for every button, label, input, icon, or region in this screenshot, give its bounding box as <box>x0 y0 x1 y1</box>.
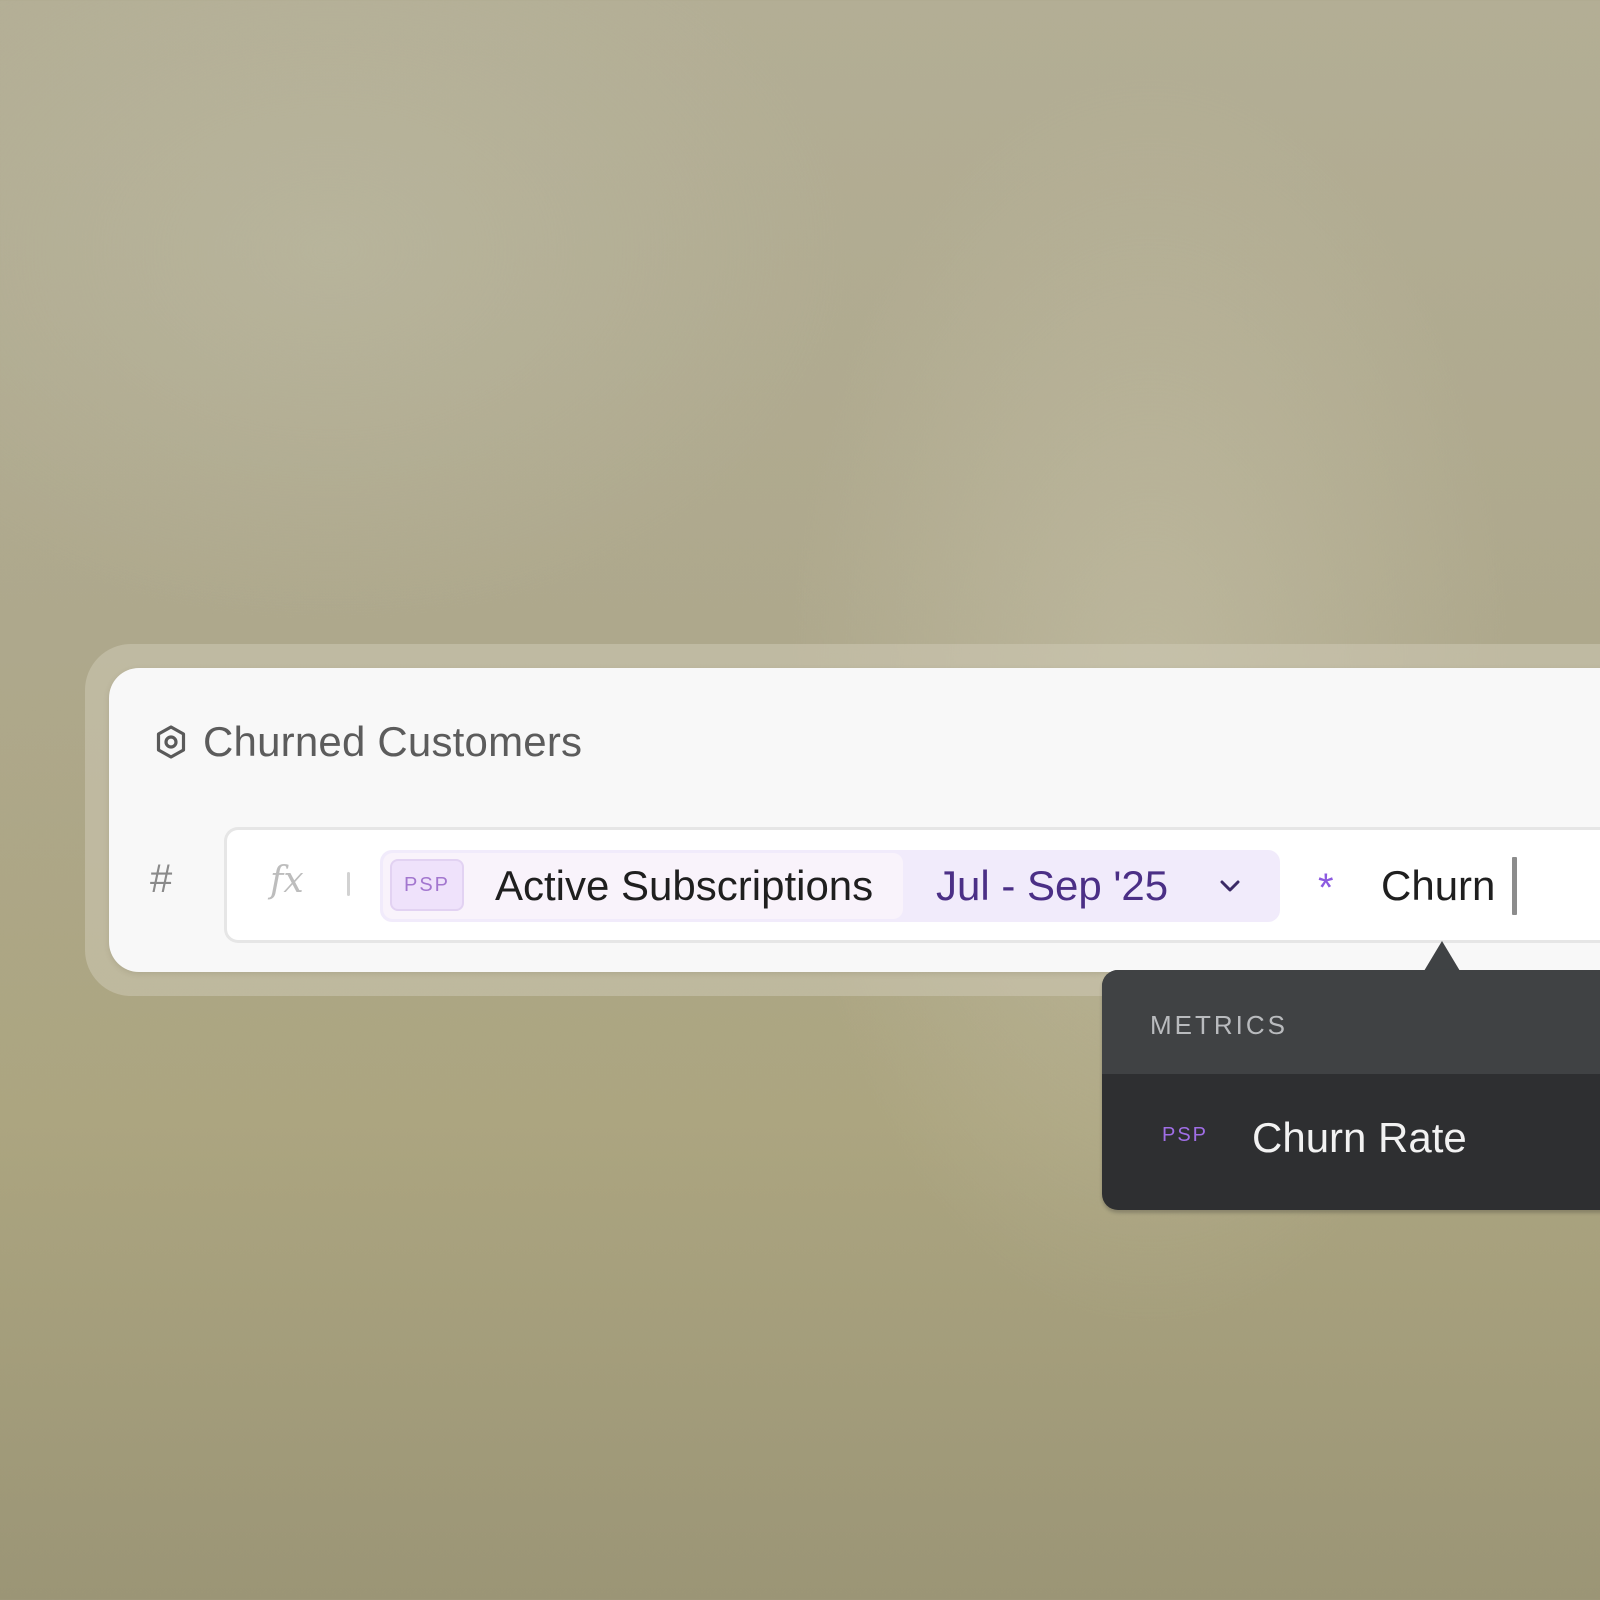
text-cursor <box>1512 857 1517 915</box>
metric-token-label: Active Subscriptions <box>495 862 874 909</box>
multiply-operator: * <box>1318 866 1334 910</box>
formula-typed-text[interactable]: Churn <box>1381 862 1495 910</box>
metric-source-badge: PSP <box>390 859 464 911</box>
section-header-label: METRICS <box>1150 1010 1288 1040</box>
dropdown-option-churn-rate[interactable]: PSP Churn Rate <box>1102 1074 1600 1210</box>
dropdown-pointer <box>1424 941 1460 971</box>
option-label: Churn Rate <box>1252 1114 1467 1161</box>
metric-title[interactable]: Churned Customers <box>203 718 582 766</box>
chevron-down-icon[interactable] <box>1216 872 1244 900</box>
autocomplete-dropdown: METRICS PSP Churn Rate <box>1102 970 1600 1210</box>
date-range-selector[interactable]: Jul - Sep '25 <box>936 862 1168 910</box>
hexagon-icon <box>153 724 189 760</box>
dropdown-section-header: METRICS <box>1102 970 1600 1074</box>
metric-title-row: Churned Customers <box>153 712 582 772</box>
option-source-badge: PSP <box>1162 1124 1209 1146</box>
fx-icon: fx <box>270 860 304 901</box>
number-type-icon: # <box>150 857 173 901</box>
divider <box>347 872 350 896</box>
